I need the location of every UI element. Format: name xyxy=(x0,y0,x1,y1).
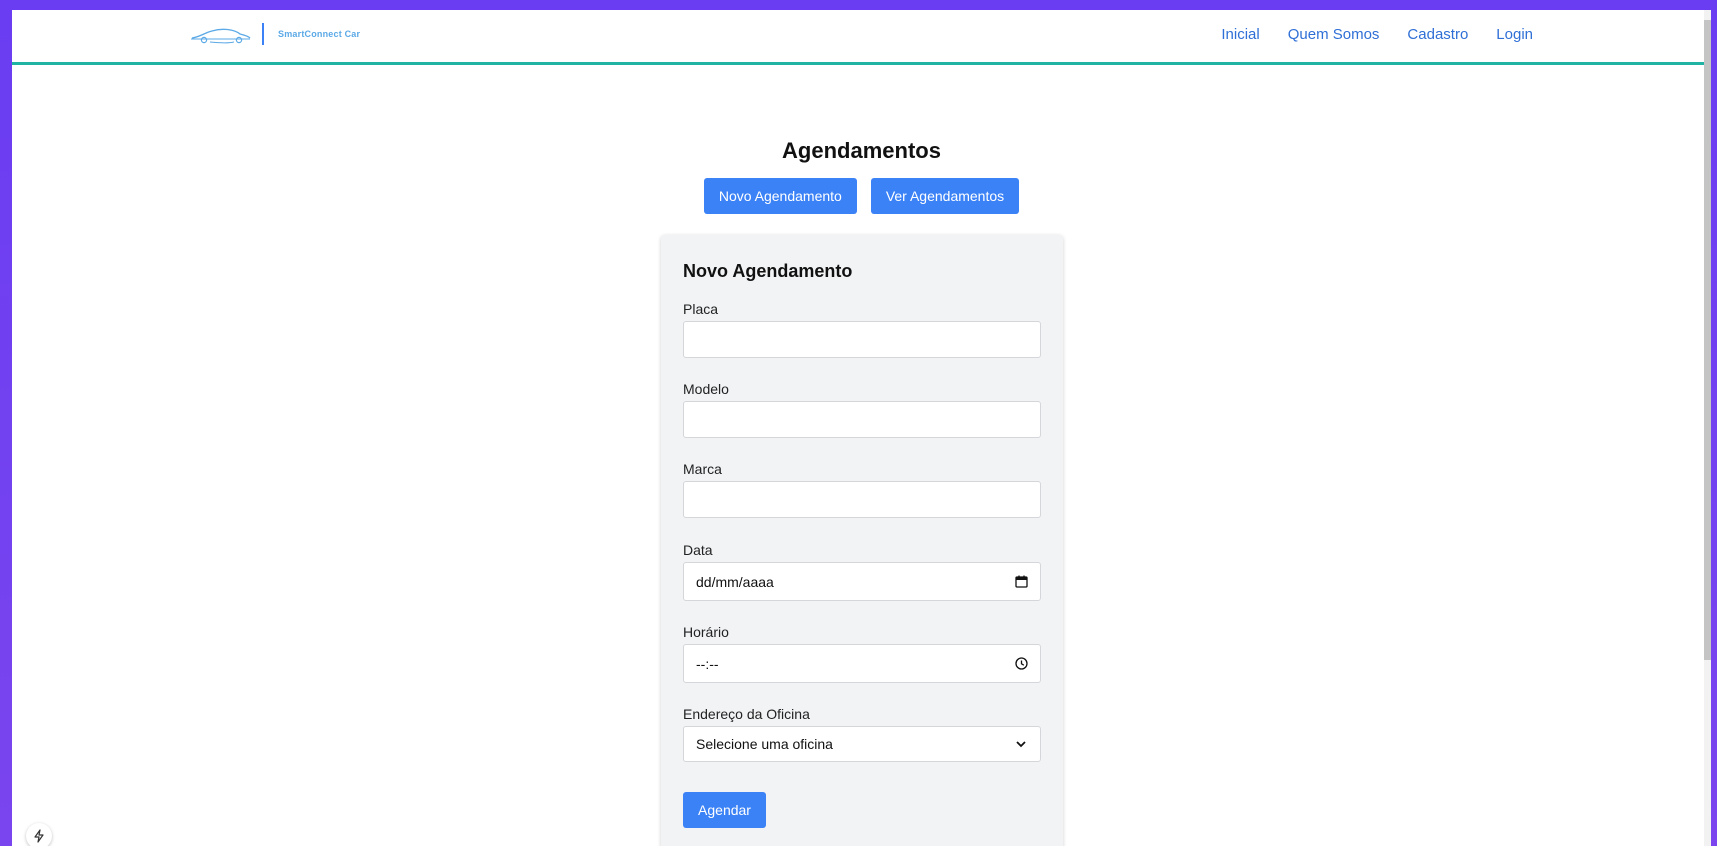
nav-link-quem-somos[interactable]: Quem Somos xyxy=(1288,26,1380,43)
clock-icon[interactable] xyxy=(1014,657,1028,671)
agendar-button[interactable]: Agendar xyxy=(683,792,766,828)
nav-links: Inicial Quem Somos Cadastro Login xyxy=(1221,26,1533,43)
view-toggle: Novo Agendamento Ver Agendamentos xyxy=(12,178,1711,214)
chevron-down-icon xyxy=(1014,737,1028,751)
view-appointments-button[interactable]: Ver Agendamentos xyxy=(870,178,1020,214)
oficina-select[interactable]: Selecione uma oficina xyxy=(683,726,1041,762)
appointment-form-card: Novo Agendamento Placa Modelo Marca Data… xyxy=(661,235,1063,846)
nav-link-login[interactable]: Login xyxy=(1496,26,1533,43)
horario-label: Horário xyxy=(683,624,729,640)
marca-label: Marca xyxy=(683,461,722,477)
marca-input[interactable] xyxy=(683,481,1041,518)
nav-link-inicial[interactable]: Inicial xyxy=(1221,26,1259,43)
dev-tools-badge[interactable] xyxy=(26,823,52,846)
date-placeholder: dd/mm/aaaa xyxy=(696,573,774,590)
page-scrollbar[interactable] xyxy=(1704,10,1711,846)
time-placeholder: --:-- xyxy=(696,655,719,672)
modelo-label: Modelo xyxy=(683,381,729,397)
navbar: SmartConnect Car Inicial Quem Somos Cada… xyxy=(12,10,1711,65)
new-appointment-button[interactable]: Novo Agendamento xyxy=(703,178,857,214)
brand-name: SmartConnect Car xyxy=(278,29,361,39)
placa-input[interactable] xyxy=(683,321,1041,358)
brand-logo[interactable]: SmartConnect Car xyxy=(190,22,360,46)
scrollbar-thumb[interactable] xyxy=(1704,20,1711,660)
form-title: Novo Agendamento xyxy=(683,261,853,281)
time-input[interactable]: --:-- xyxy=(683,644,1041,683)
oficina-label: Endereço da Oficina xyxy=(683,706,810,722)
car-logo-icon xyxy=(191,28,251,44)
modelo-input[interactable] xyxy=(683,401,1041,438)
page-title: Agendamentos xyxy=(782,138,941,163)
oficina-selected-value: Selecione uma oficina xyxy=(696,736,833,752)
calendar-icon[interactable] xyxy=(1014,575,1028,589)
nav-link-cadastro[interactable]: Cadastro xyxy=(1407,26,1468,43)
browser-viewport: SmartConnect Car Inicial Quem Somos Cada… xyxy=(12,10,1711,846)
logo-divider xyxy=(262,23,264,45)
date-input[interactable]: dd/mm/aaaa xyxy=(683,562,1041,601)
data-label: Data xyxy=(683,542,713,558)
lightning-icon xyxy=(34,829,44,843)
placa-label: Placa xyxy=(683,301,719,317)
